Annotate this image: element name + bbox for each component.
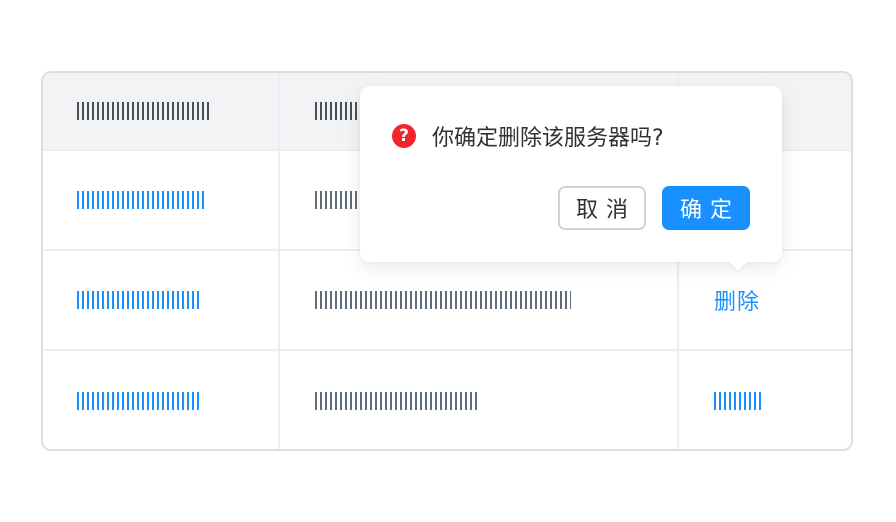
server-desc-text bbox=[315, 392, 480, 410]
server-desc-text bbox=[315, 191, 365, 209]
server-desc-text bbox=[315, 291, 571, 309]
row-link-cell[interactable] bbox=[77, 351, 202, 449]
row-desc-cell bbox=[315, 151, 365, 249]
column-divider bbox=[278, 73, 280, 149]
row-link-cell[interactable] bbox=[77, 251, 202, 349]
delete-link[interactable]: 删除 bbox=[714, 284, 760, 316]
row-desc-cell bbox=[315, 251, 571, 349]
table-row bbox=[43, 351, 851, 449]
server-name-link[interactable] bbox=[77, 392, 202, 410]
column-divider bbox=[278, 151, 280, 249]
column-divider bbox=[278, 251, 280, 349]
column-divider bbox=[677, 251, 679, 349]
popconfirm-message: 你确定删除该服务器吗? bbox=[432, 126, 664, 151]
server-name-link[interactable] bbox=[77, 291, 202, 309]
header-placeholder-text bbox=[77, 102, 212, 120]
header-cell-1 bbox=[77, 73, 212, 149]
popover-arrow bbox=[729, 262, 747, 271]
row-desc-cell bbox=[315, 351, 480, 449]
row-link-cell[interactable] bbox=[77, 151, 207, 249]
delete-popconfirm: ? 你确定删除该服务器吗? 取消 确定 bbox=[360, 86, 782, 271]
server-name-link[interactable] bbox=[77, 191, 207, 209]
cancel-button[interactable]: 取消 bbox=[558, 186, 646, 230]
question-circle-icon: ? bbox=[392, 124, 416, 148]
confirm-button[interactable]: 确定 bbox=[662, 186, 750, 230]
column-divider bbox=[278, 351, 280, 449]
column-divider bbox=[677, 351, 679, 449]
action-link[interactable] bbox=[714, 392, 764, 410]
row-action-cell bbox=[714, 351, 764, 449]
